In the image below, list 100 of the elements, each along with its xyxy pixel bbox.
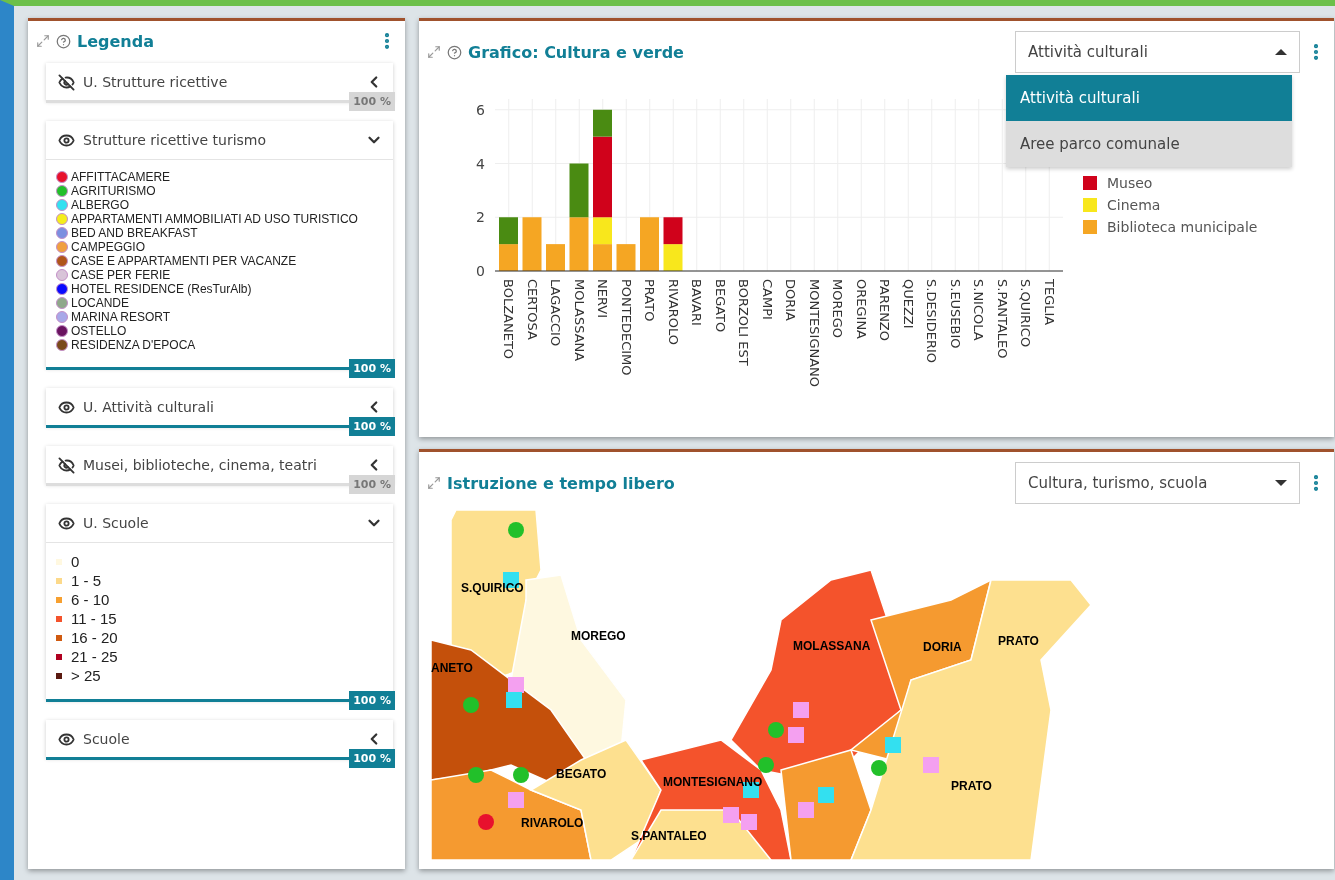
category-label: NERVI [595,279,610,318]
category-label: S.NICOLA [971,279,986,341]
chart-bar [569,163,589,218]
category-label: CERTOSA [524,279,540,340]
category-label: PRATO [642,279,657,322]
category-label: S.PANTALEO [994,279,1010,359]
legend-label: ALBERGO [71,198,130,212]
legend-label: 21 - 25 [71,648,118,665]
panel-title: Grafico: Cultura e verde [468,42,685,62]
map-label: MONTESIGNANO [663,775,763,789]
axis-tick: 0 [476,263,485,279]
dropdown-option[interactable]: Attività culturali [1006,75,1292,121]
axis-tick: 6 [476,101,485,118]
legend-label: CASE E APPARTAMENTI PER VACANZE [71,254,297,268]
dropdown[interactable]: Attività culturali [1015,31,1300,73]
category-label: MOLASSANA [571,279,587,362]
opacity-slider[interactable] [46,699,350,702]
chart-bar [593,244,612,271]
axis-tick: 4 [476,155,485,172]
map-label: RIVAROLO [521,816,584,830]
slider-value[interactable]: 100 % [349,417,395,436]
map-label: MOLASSANA [793,639,871,653]
panel-title: Legenda [77,31,155,51]
legend-label: AFFITTACAMERE [71,170,171,184]
map-label: S.QUIRICO [461,581,524,595]
category-label: BAVARI [689,279,704,326]
category-label: CAMPI [759,279,775,320]
category-label: LAGACCIO [548,279,563,347]
legend-label: 11 - 15 [71,610,117,627]
chart-bar [616,244,636,271]
legend-label: > 25 [71,667,101,684]
legend-label: 6 - 10 [71,591,110,608]
layer-name: U. Strutture ricettive [83,74,229,90]
legend-label: MARINA RESORT [71,310,171,324]
legend-label: CASE PER FERIE [71,268,171,282]
slider-value[interactable]: 100 % [349,691,395,710]
map-label: PRATO [998,634,1039,648]
legend-label: HOTEL RESIDENCE (ResTurAlb) [71,282,252,296]
map-label: PRATO [951,779,992,793]
category-label: TEGLIA [1041,279,1057,326]
dropdown-option[interactable]: Aree parco comunale [1006,121,1292,167]
legend-swatch [1083,176,1097,190]
legend-label: APPARTAMENTI AMMOBILIATI AD USO TURISTICO [71,212,358,226]
axis-tick: 2 [476,209,485,226]
layer-name: Scuole [83,731,131,747]
category-label: DORIA [783,279,798,321]
map-label: DORIA [923,640,962,654]
category-label: PONTEDECIMO [618,279,634,376]
expand-icon[interactable] [427,476,441,490]
opacity-slider[interactable] [46,757,350,760]
opacity-slider[interactable] [46,367,350,370]
dropdown[interactable]: Cultura, turismo, scuola [1015,462,1300,504]
legend-label: 1 - 5 [71,572,101,589]
slider-value[interactable]: 100 % [349,359,395,378]
chart-bar [499,217,518,245]
category-label: PARENZO [877,279,892,341]
chart-bar [522,217,542,271]
chart-bar [663,217,683,245]
chart-bar [663,244,683,271]
panel-title: Istruzione e tempo libero [447,473,676,493]
legend-label: Biblioteca municipale [1107,219,1258,235]
slider-value[interactable]: 100 % [349,92,395,111]
legend-label: 0 [71,553,80,570]
category-label: BEGATO [712,279,728,333]
legend-label: Museo [1107,175,1153,191]
legend-label: 16 - 20 [71,629,118,646]
category-label: BORZOLI EST [736,279,751,366]
category-label: BOLZANETO [501,279,516,360]
chart-bar [640,217,659,271]
eye-off-icon[interactable] [58,456,75,474]
legend-swatch [1083,220,1097,234]
opacity-slider[interactable] [46,425,350,428]
layer-name: Musei, biblioteche, cinema, teatri [83,457,318,473]
slider-value[interactable]: 100 % [349,475,395,494]
expand-icon[interactable] [427,45,441,59]
expand-icon[interactable] [36,34,50,48]
category-label: MONTESIGNANO [806,279,822,388]
layer-name: Strutture ricettive turismo [83,132,268,148]
legend-swatch [1083,198,1097,212]
map-label: BEGATO [556,767,607,781]
map-label: MOREGO [571,629,626,643]
category-label: S.QUIRICO [1018,279,1033,348]
category-label: S.EUSEBIO [947,279,963,349]
chart-bar [499,244,518,271]
category-label: RIVAROLO [665,279,681,346]
legend-label: OSTELLO [71,324,127,338]
legend-label: Cinema [1107,197,1161,213]
legend-label: AGRITURISMO [71,184,156,198]
eye-off-icon[interactable] [58,73,75,91]
legend-label: RESIDENZA D'EPOCA [71,338,196,352]
legend-label: LOCANDE [71,296,129,310]
layer-name: U. Scuole [83,515,150,531]
help-icon[interactable] [447,44,462,60]
chart-bar [546,244,565,271]
help-icon[interactable] [56,33,71,49]
legend-label: BED AND BREAKFAST [71,226,198,240]
chart-bar [569,217,589,271]
map-label: S.PANTALEO [631,829,707,843]
slider-value[interactable]: 100 % [349,749,395,768]
category-label: QUEZZI [900,279,916,329]
